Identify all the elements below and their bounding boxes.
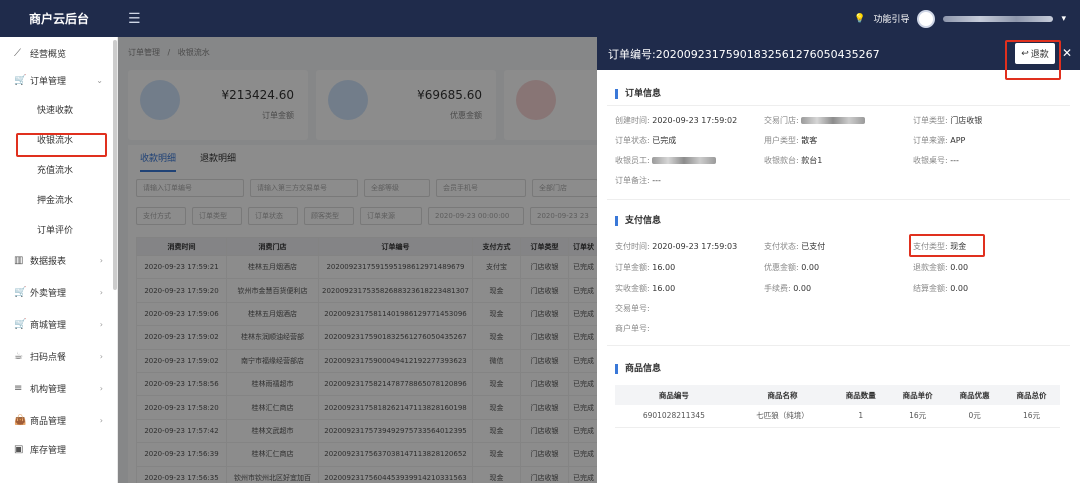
col-header: 商品单价	[889, 385, 947, 405]
sidebar-item-goods[interactable]: 👜 商品管理 ›	[0, 404, 117, 436]
field-received: 实收金额: 16.00	[615, 284, 676, 293]
field-remark: 订单备注: ---	[615, 176, 661, 185]
divider	[607, 345, 1070, 346]
chevron-up-icon: ⌄	[96, 76, 103, 85]
order-detail-drawer: 订单编号:20200923175901832561276050435267 ↩ …	[597, 37, 1080, 483]
field-register: 收银款台: 款台1	[764, 156, 823, 165]
bag-icon: 👜	[14, 414, 27, 426]
field-table: 收银桌号: ---	[913, 156, 959, 165]
field-trade-no: 交易单号:	[615, 304, 650, 313]
divider	[607, 199, 1070, 200]
close-icon[interactable]: ✕	[1062, 46, 1072, 60]
chevron-right-icon: ›	[99, 415, 103, 425]
sidebar-item-org[interactable]: ≡ 机构管理 ›	[0, 372, 117, 404]
section-goods-info: 商品信息	[615, 364, 661, 374]
field-refund-amount: 退款金额: 0.00	[913, 263, 969, 272]
top-bar: 商户云后台 ☰ 💡 功能引导 ▾	[0, 0, 1080, 37]
sidebar-sub-quick-pay[interactable]: 快速收款	[0, 94, 117, 124]
section-pay-info: 支付信息	[615, 216, 661, 226]
field-cashier: 收银员工:	[615, 155, 717, 166]
sidebar-item-mall[interactable]: 🛒 商城管理 ›	[0, 308, 117, 340]
cart-icon: 🛒	[14, 318, 27, 330]
sidebar-item-takeout[interactable]: 🛒 外卖管理 ›	[0, 276, 117, 308]
goods-table: 商品编号 商品名称 商品数量 商品单价 商品优惠 商品总价 6901028211…	[615, 385, 1060, 428]
sidebar-item-overview[interactable]: ⟋ 经营概览	[0, 40, 117, 67]
col-header: 商品名称	[732, 385, 833, 405]
field-order-amount: 订单金额: 16.00	[615, 263, 676, 272]
field-store: 交易门店:	[764, 115, 866, 126]
watermark: 人数跨境	[8, 455, 80, 475]
avatar[interactable]	[917, 9, 936, 28]
sidebar-sub-recharge-flow[interactable]: 充值流水	[0, 154, 117, 184]
cart-icon: 🛒	[14, 75, 27, 86]
user-name-blurred[interactable]	[943, 15, 1054, 22]
cup-icon: ☕	[14, 350, 23, 362]
trend-icon: ⟋	[14, 48, 21, 59]
col-header: 商品编号	[615, 385, 733, 405]
col-header: 商品总价	[1003, 385, 1060, 405]
field-settle: 结算金额: 0.00	[913, 284, 969, 293]
highlight-pay-type	[909, 234, 985, 257]
sidebar-item-reports[interactable]: ▥ 数据报表 ›	[0, 244, 117, 276]
bar-chart-icon: ▥	[14, 254, 24, 266]
field-discount: 优惠金额: 0.00	[764, 263, 820, 272]
chevron-right-icon: ›	[99, 287, 103, 297]
blurred-cashier	[652, 157, 717, 164]
chevron-right-icon: ›	[99, 351, 103, 361]
cart-icon: 🛒	[14, 286, 27, 298]
field-merchant-no: 商户单号:	[615, 324, 650, 333]
highlight-sidebar-cashier-flow	[16, 133, 107, 157]
divider	[607, 105, 1070, 106]
list-icon: ≡	[14, 382, 23, 394]
highlight-refund-button	[1005, 40, 1061, 80]
col-header: 商品优惠	[946, 385, 1004, 405]
chevron-right-icon: ›	[99, 383, 103, 393]
app-title: 商户云后台	[28, 12, 89, 26]
sidebar-scrollbar[interactable]	[113, 40, 117, 290]
sidebar-sub-order-review[interactable]: 订单评价	[0, 214, 117, 244]
field-user-type: 用户类型: 散客	[764, 136, 818, 145]
field-fee: 手续费: 0.00	[764, 284, 812, 293]
field-status: 订单状态: 已完成	[615, 136, 677, 145]
guide-link[interactable]: 功能引导	[873, 12, 909, 25]
field-create-time: 创建时间: 2020-09-23 17:59:02	[615, 116, 738, 125]
field-pay-status: 支付状态: 已支付	[764, 242, 826, 251]
chevron-right-icon: ›	[99, 255, 103, 265]
sidebar-item-scan-order[interactable]: ☕ 扫码点餐 ›	[0, 340, 117, 372]
section-order-info: 订单信息	[615, 89, 661, 99]
field-pay-time: 支付时间: 2020-09-23 17:59:03	[615, 242, 738, 251]
drawer-title: 订单编号:20200923175901832561276050435267	[608, 48, 880, 61]
field-source: 订单来源: APP	[913, 136, 966, 145]
sidebar-item-orders[interactable]: 🛒 订单管理 ⌄	[0, 67, 117, 94]
chevron-right-icon: ›	[99, 319, 103, 329]
sidebar-sub-deposit-flow[interactable]: 押金流水	[0, 184, 117, 214]
field-order-type: 订单类型: 门店收银	[913, 116, 983, 125]
table-row: 6901028211345 七匹狼（纯境） 1 16元 0元 16元	[615, 405, 1060, 428]
menu-toggle-icon[interactable]: ☰	[128, 11, 141, 27]
bulb-icon[interactable]: 💡	[854, 14, 865, 24]
sidebar: ⟋ 经营概览 🛒 订单管理 ⌄ 快速收款 收银流水 充值流水 押金流水 订单评价 ▥ 数…	[0, 37, 118, 483]
col-header: 商品数量	[832, 385, 890, 405]
chevron-down-icon[interactable]: ▾	[1061, 14, 1066, 24]
blurred-store	[801, 117, 866, 124]
